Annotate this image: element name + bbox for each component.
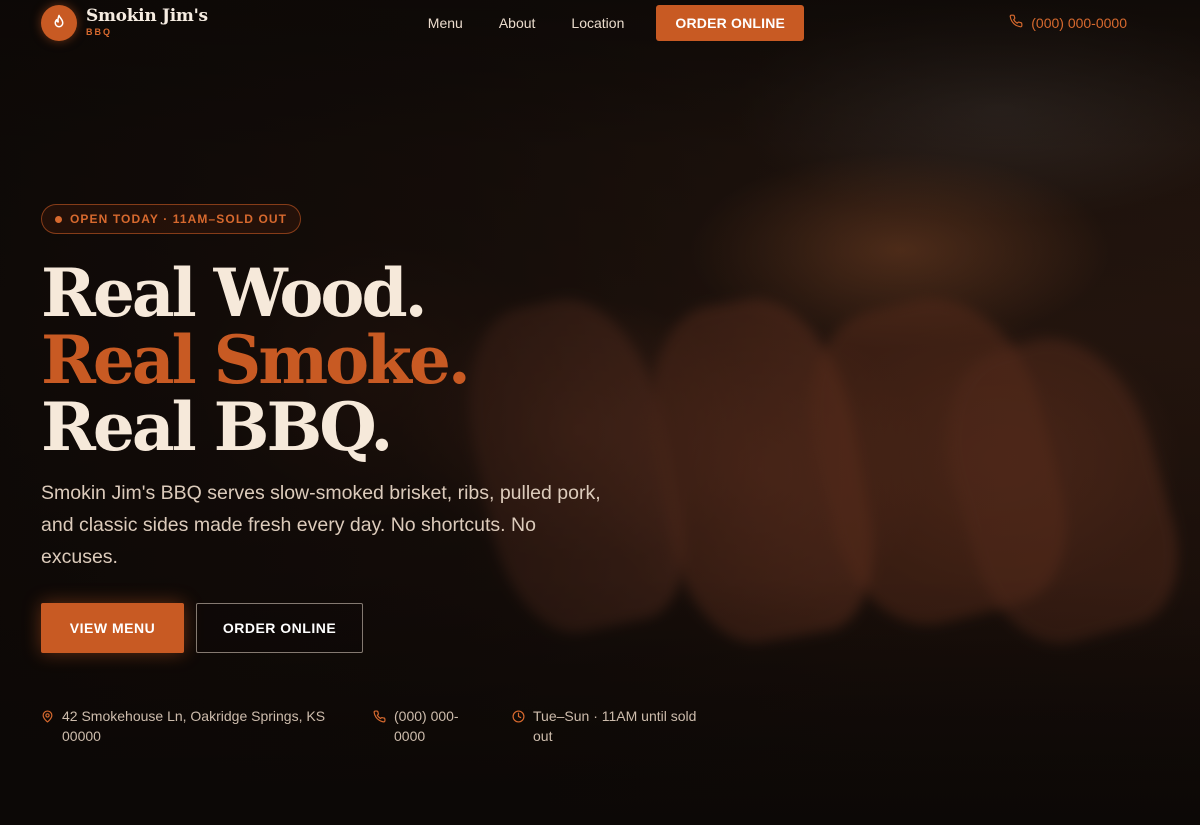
hours-info: Tue–Sun · 11AM until sold out bbox=[512, 706, 701, 746]
hours-text: Tue–Sun · 11AM until sold out bbox=[533, 708, 697, 744]
phone-icon bbox=[373, 706, 386, 746]
address-text: 42 Smokehouse Ln, Oakridge Springs, KS 0… bbox=[62, 708, 326, 744]
headline-line-3: Real BBQ. bbox=[41, 388, 393, 466]
nav-link-location[interactable]: Location bbox=[571, 15, 624, 31]
clock-icon bbox=[512, 706, 525, 746]
brand-name: Smokin Jim's bbox=[86, 6, 208, 26]
brand-logo[interactable]: Smokin Jim's BBQ bbox=[41, 4, 208, 41]
brand-text: Smokin Jim's BBQ bbox=[86, 8, 208, 37]
hero-description: Smokin Jim's BBQ serves slow-smoked bris… bbox=[41, 482, 601, 568]
header-phone-link[interactable]: (000) 000-0000 bbox=[1009, 14, 1127, 31]
flame-icon bbox=[41, 4, 77, 41]
site-header: Smokin Jim's BBQ Menu About Location ORD… bbox=[0, 0, 1200, 45]
nav-link-about[interactable]: About bbox=[499, 15, 536, 31]
headline-line-2: Real Smoke. bbox=[41, 321, 471, 399]
nav-link-menu[interactable]: Menu bbox=[428, 15, 463, 31]
phone-icon bbox=[1009, 14, 1023, 31]
view-menu-button[interactable]: VIEW MENU bbox=[41, 603, 184, 653]
map-pin-icon bbox=[41, 706, 54, 746]
order-online-nav-button[interactable]: ORDER ONLINE bbox=[656, 4, 805, 41]
brand-subtitle: BBQ bbox=[86, 27, 112, 37]
hero-content: OPEN TODAY · 11AM–SOLD OUT Real Wood. Re… bbox=[41, 204, 681, 653]
open-status-text: OPEN TODAY · 11AM–SOLD OUT bbox=[70, 212, 288, 226]
hero-actions: VIEW MENU ORDER ONLINE bbox=[41, 603, 681, 653]
contact-info-row: 42 Smokehouse Ln, Oakridge Springs, KS 0… bbox=[41, 706, 701, 746]
phone-text: (000) 000-0000 bbox=[394, 708, 459, 744]
status-dot-icon bbox=[55, 215, 62, 223]
headline-line-1: Real Wood. bbox=[41, 254, 428, 332]
phone-info[interactable]: (000) 000-0000 bbox=[373, 706, 512, 746]
open-status-badge: OPEN TODAY · 11AM–SOLD OUT bbox=[41, 204, 302, 234]
address-info[interactable]: 42 Smokehouse Ln, Oakridge Springs, KS 0… bbox=[41, 706, 373, 746]
hero-headline: Real Wood. Real Smoke. Real BBQ. bbox=[41, 260, 681, 461]
order-online-button[interactable]: ORDER ONLINE bbox=[196, 603, 363, 653]
header-phone-number: (000) 000-0000 bbox=[1031, 14, 1127, 31]
main-nav: Menu About Location ORDER ONLINE bbox=[428, 4, 805, 41]
